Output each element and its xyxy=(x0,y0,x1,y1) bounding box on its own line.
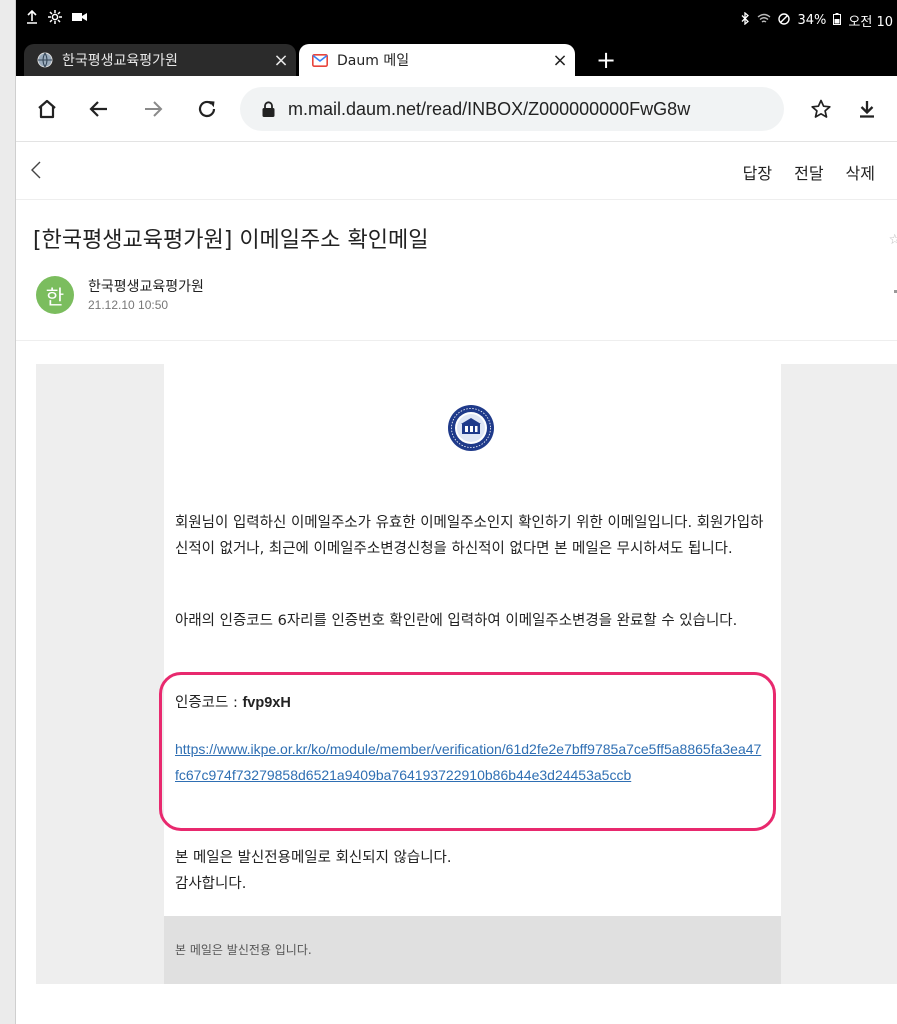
forward-button[interactable] xyxy=(134,90,172,128)
camera-icon xyxy=(72,11,88,27)
mail-subject: [한국평생교육평가원] 이메일주소 확인메일 xyxy=(33,228,429,253)
close-tab-icon[interactable]: × xyxy=(545,50,575,71)
settings-icon xyxy=(48,10,62,28)
url-text: m.mail.daum.net/read/INBOX/Z000000000FwG… xyxy=(288,98,691,119)
close-tab-icon[interactable]: × xyxy=(266,50,296,71)
status-bar: 34% 오전 10 xyxy=(16,0,897,38)
closing-line-2: 감사합니다. xyxy=(175,876,247,892)
download-icon xyxy=(860,101,874,118)
reload-button[interactable] xyxy=(188,90,226,128)
reload-icon xyxy=(198,100,216,118)
chevron-left-icon xyxy=(31,161,41,179)
tab-title: Daum 메일 xyxy=(337,53,410,69)
lock-icon xyxy=(262,101,280,117)
back-button[interactable] xyxy=(80,90,118,128)
tab-strip: 한국평생교육평가원 × Daum 메일 × + xyxy=(16,38,897,76)
tab-title: 한국평생교육평가원 xyxy=(62,53,178,69)
clock: 오전 10 xyxy=(848,15,893,30)
upload-icon xyxy=(26,9,38,28)
star-icon[interactable]: ☆ xyxy=(888,232,897,248)
sender-name[interactable]: 한국평생교육평가원 xyxy=(88,276,204,296)
highlight-annotation xyxy=(159,672,776,831)
back-to-list-button[interactable] xyxy=(30,160,42,184)
email-footer: 본 메일은 발신전용 입니다. xyxy=(164,916,781,984)
mail-icon xyxy=(311,51,329,69)
bookmark-star-button[interactable] xyxy=(802,90,840,128)
bluetooth-icon xyxy=(741,11,750,29)
reply-button[interactable]: 답장 xyxy=(743,160,772,184)
new-tab-button[interactable]: + xyxy=(596,47,616,73)
browser-window: 34% 오전 10 한국평생교육평가원 × Daum 메일 × + m.mail… xyxy=(16,0,897,1024)
body-paragraph-1: 회원님이 입력하신 이메일주소가 유효한 이메일주소인지 확인하기 위한 이메일… xyxy=(175,515,764,557)
address-bar[interactable]: m.mail.daum.net/read/INBOX/Z000000000FwG… xyxy=(240,87,784,131)
footer-text: 본 메일은 발신전용 입니다. xyxy=(175,943,312,957)
organization-seal-icon xyxy=(447,404,495,452)
tab-ikpe[interactable]: 한국평생교육평가원 × xyxy=(24,44,296,76)
body-paragraph-2: 아래의 인증코드 6자리를 인증번호 확인란에 입력하여 이메일주소변경을 완료… xyxy=(175,613,738,629)
globe-icon xyxy=(36,51,54,69)
closing-text: 본 메일은 발신전용메일로 회신되지 않습니다. 감사합니다. xyxy=(175,845,452,897)
battery-percent: 34% xyxy=(797,13,827,28)
sender-avatar: 한 xyxy=(36,276,74,314)
tab-daum-mail[interactable]: Daum 메일 × xyxy=(299,44,575,76)
delete-button[interactable]: 삭제 xyxy=(846,160,875,184)
do-not-disturb-icon xyxy=(778,12,791,29)
home-icon xyxy=(38,99,56,119)
battery-icon xyxy=(833,12,842,29)
toolbar: m.mail.daum.net/read/INBOX/Z000000000FwG… xyxy=(16,76,897,142)
star-icon xyxy=(811,99,831,118)
arrow-left-icon xyxy=(89,101,107,117)
home-button[interactable] xyxy=(28,90,66,128)
mail-date: 21.12.10 10:50 xyxy=(88,298,169,312)
arrow-right-icon xyxy=(145,101,163,117)
forward-button[interactable]: 전달 xyxy=(794,160,823,184)
closing-line-1: 본 메일은 발신전용메일로 회신되지 않습니다. xyxy=(175,850,452,866)
download-button[interactable] xyxy=(848,90,886,128)
wifi-icon xyxy=(757,13,771,28)
divider xyxy=(16,340,897,341)
mail-action-bar: 답장 전달 삭제 xyxy=(16,142,897,200)
